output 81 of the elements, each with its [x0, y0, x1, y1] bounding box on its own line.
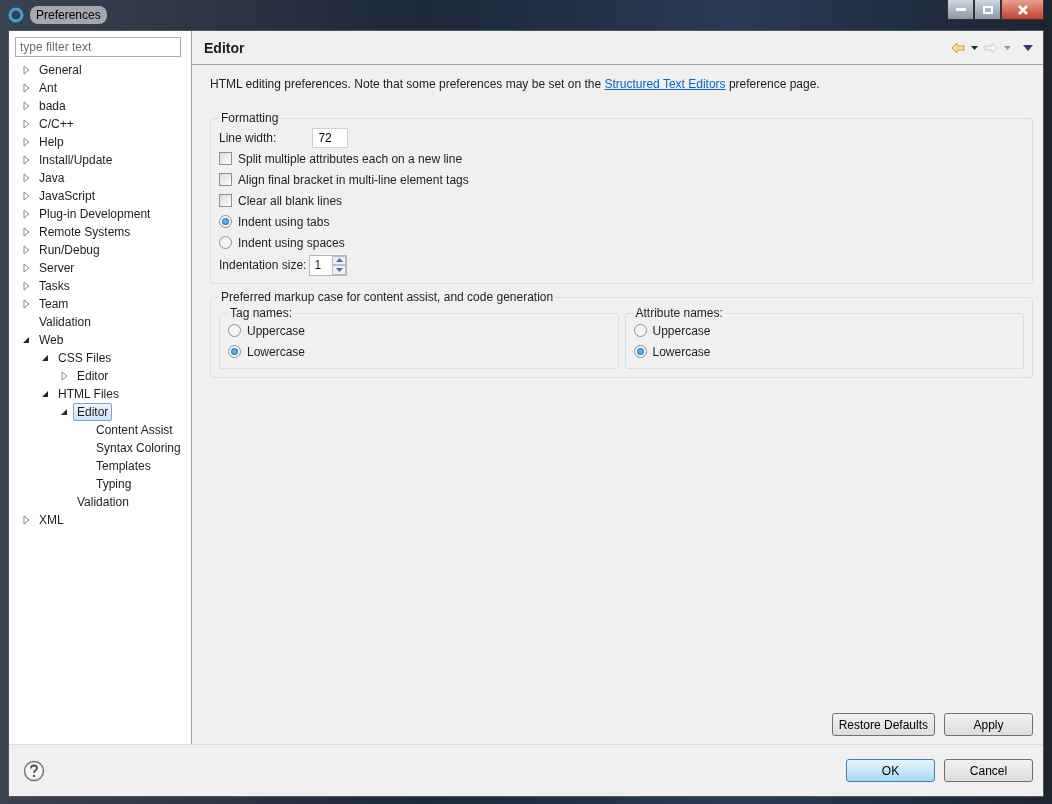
- group-title: Attribute names:: [634, 306, 724, 320]
- tree-item[interactable]: HTML Files: [54, 385, 123, 403]
- close-button[interactable]: [1001, 0, 1044, 20]
- intro-text: HTML editing preferences. Note that some preferences may be set on the Structured Text Editors preference page.: [210, 77, 821, 91]
- spin-up-button[interactable]: [332, 255, 347, 265]
- tree-item[interactable]: Content Assist: [92, 421, 177, 439]
- collapse-arrow-icon[interactable]: [60, 408, 68, 416]
- tree-item[interactable]: Server: [35, 259, 79, 277]
- tree-item[interactable]: CSS Files: [54, 349, 116, 367]
- tree-item[interactable]: Web: [35, 331, 68, 349]
- up-arrow-icon: [335, 258, 343, 263]
- radio-button[interactable]: [633, 345, 647, 358]
- radio-button[interactable]: [228, 345, 241, 358]
- group-title: Tag names:: [229, 306, 294, 320]
- checkbox-label: Split multiple attributes each on a new line: [238, 151, 463, 166]
- tree-item[interactable]: Validation: [73, 493, 133, 511]
- page-title: Editor: [204, 39, 245, 56]
- tree-item[interactable]: Java: [35, 169, 69, 187]
- radio-button[interactable]: [219, 215, 232, 228]
- dialog-button[interactable]: OK: [846, 759, 935, 782]
- checkbox[interactable]: [219, 173, 232, 186]
- help-icon[interactable]: [23, 759, 45, 782]
- radio-label: Indent using spaces: [238, 235, 345, 250]
- line-width-label: Line width:: [219, 130, 277, 145]
- tree-item[interactable]: Tasks: [35, 277, 74, 295]
- tree-item[interactable]: XML: [35, 511, 68, 529]
- tree-item[interactable]: Run/Debug: [35, 241, 104, 259]
- tree-item[interactable]: Editor: [73, 367, 113, 385]
- radio-button[interactable]: [228, 324, 241, 337]
- app-icon: [8, 7, 24, 23]
- collapse-arrow-icon[interactable]: [41, 390, 49, 398]
- radio-label: Lowercase: [652, 344, 711, 359]
- tree-item[interactable]: bada: [35, 97, 70, 115]
- group-title: Formatting: [220, 111, 280, 125]
- radio-label: Indent using tabs: [238, 214, 330, 229]
- radio-button[interactable]: [633, 324, 647, 337]
- tree-item[interactable]: Install/Update: [35, 151, 117, 169]
- page-button[interactable]: Restore Defaults: [831, 713, 935, 736]
- tree-item[interactable]: Syntax Coloring: [92, 439, 185, 457]
- tree-item[interactable]: Remote Systems: [35, 223, 135, 241]
- close-icon: [1017, 4, 1028, 15]
- spin-down-button[interactable]: [332, 265, 347, 275]
- tree-item[interactable]: C/C++: [35, 115, 78, 133]
- minimize-icon: [955, 7, 966, 12]
- line-width-field[interactable]: 72: [312, 127, 349, 148]
- tree-item[interactable]: General: [35, 61, 86, 79]
- structured-text-editors-link[interactable]: Structured Text Editors: [604, 77, 726, 91]
- tree-item[interactable]: Typing: [92, 475, 136, 493]
- dialog-button[interactable]: Cancel: [944, 759, 1033, 782]
- back-arrow-icon[interactable]: [951, 41, 965, 54]
- tree-item[interactable]: Templates: [92, 457, 155, 475]
- radio-label: Uppercase: [247, 323, 306, 338]
- filter-field[interactable]: type filter text: [15, 37, 181, 57]
- tree-item[interactable]: JavaScript: [35, 187, 100, 205]
- tree-item[interactable]: Plug-in Development: [35, 205, 155, 223]
- checkbox-label: Clear all blank lines: [238, 193, 343, 208]
- tree-item[interactable]: Ant: [35, 79, 61, 97]
- radio-label: Lowercase: [247, 344, 306, 359]
- minimize-button[interactable]: [947, 0, 974, 20]
- checkbox[interactable]: [219, 152, 232, 165]
- expand-arrow-icon[interactable]: [60, 371, 68, 381]
- page-button[interactable]: Apply: [944, 713, 1033, 736]
- tree-item[interactable]: Editor: [73, 403, 113, 421]
- expand-arrow-icon[interactable]: [22, 515, 30, 525]
- collapse-arrow-icon[interactable]: [22, 336, 30, 344]
- down-arrow-icon: [335, 267, 343, 272]
- tree-item[interactable]: Validation: [35, 313, 95, 331]
- radio-label: Uppercase: [652, 323, 711, 338]
- collapse-arrow-icon[interactable]: [41, 354, 49, 362]
- dropdown-caret-icon[interactable]: [971, 45, 978, 50]
- maximize-icon: [982, 5, 993, 14]
- radio-button[interactable]: [219, 236, 232, 249]
- checkbox-label: Align final bracket in multi-line element tags: [238, 172, 469, 187]
- indentation-size-label: Indentation size:: [219, 258, 307, 272]
- tree-item[interactable]: Team: [35, 295, 73, 313]
- tree-item[interactable]: Help: [35, 133, 68, 151]
- group-title: Preferred markup case for content assist, and code generation: [220, 290, 555, 304]
- view-menu-icon[interactable]: [1023, 44, 1033, 51]
- checkbox[interactable]: [219, 194, 232, 207]
- window-title: Preferences: [30, 6, 107, 24]
- maximize-button[interactable]: [974, 0, 1001, 20]
